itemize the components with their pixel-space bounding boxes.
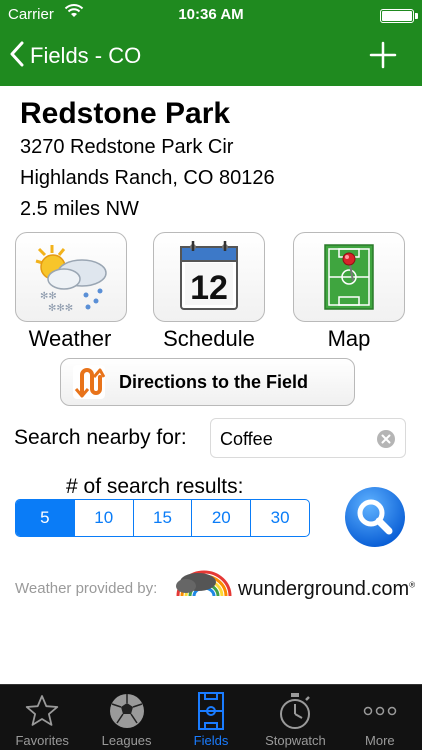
weather-icon: ✻✻ ✻✻✻: [35, 245, 107, 314]
map-label: Map: [327, 326, 371, 351]
tab-leagues-label: Leagues: [101, 733, 152, 748]
add-button[interactable]: [366, 38, 400, 72]
wunderground-logo: [172, 568, 236, 600]
results-option-15[interactable]: 15: [134, 500, 193, 536]
back-button[interactable]: Fields - CO: [10, 40, 141, 72]
directions-icon: [73, 365, 105, 399]
tab-favorites-label: Favorites: [15, 733, 69, 748]
results-option-10[interactable]: 10: [75, 500, 134, 536]
tab-stopwatch-label: Stopwatch: [265, 733, 326, 748]
field-icon: [191, 691, 231, 731]
plus-icon: [369, 41, 397, 69]
tab-leagues[interactable]: Leagues: [84, 685, 168, 750]
search-button[interactable]: [344, 486, 406, 548]
calendar-icon: 12: [180, 241, 238, 310]
results-option-5[interactable]: 5: [16, 500, 75, 536]
wunderground-brand: wunderground.com®: [238, 578, 415, 601]
distance: 2.5 miles NW: [20, 198, 139, 220]
navigation-bar: Fields - CO: [0, 30, 422, 86]
svg-text:✻✻: ✻✻: [40, 291, 57, 302]
stopwatch-icon: [275, 691, 315, 731]
results-count-label: # of search results:: [66, 475, 244, 498]
weather-attribution-label: Weather provided by:: [15, 580, 158, 597]
weather-label: Weather: [28, 326, 112, 351]
search-label: Search nearby for:: [14, 426, 187, 449]
wunderground-brand-text: wunderground.com: [238, 578, 410, 600]
tab-bar: Favorites Leagues Fields Stopwatch More: [0, 684, 422, 750]
calendar-day: 12: [190, 269, 228, 307]
directions-button[interactable]: Directions to the Field: [60, 358, 355, 406]
results-option-20[interactable]: 20: [192, 500, 252, 536]
field-name: Redstone Park: [20, 97, 231, 130]
top-bar: Carrier 10:36 AM Fields - CO: [0, 0, 422, 86]
address-line-1: 3270 Redstone Park Cir: [20, 136, 234, 158]
status-bar: Carrier 10:36 AM: [0, 0, 422, 30]
tab-favorites[interactable]: Favorites: [0, 685, 84, 750]
more-icon: [360, 691, 400, 731]
back-button-label: Fields - CO: [30, 43, 142, 68]
clear-icon[interactable]: [376, 429, 396, 449]
address-line-2: Highlands Ranch, CO 80126: [20, 167, 275, 189]
schedule-label: Schedule: [163, 326, 255, 351]
tab-fields-label: Fields: [193, 733, 229, 748]
schedule-button[interactable]: 12: [153, 232, 265, 322]
results-option-30[interactable]: 30: [251, 500, 309, 536]
directions-label: Directions to the Field: [119, 371, 309, 392]
search-field[interactable]: [210, 418, 406, 458]
battery-icon: [380, 9, 418, 23]
weather-button[interactable]: ✻✻ ✻✻✻: [15, 232, 127, 322]
magnifier-icon: [345, 487, 405, 547]
registered-mark: ®: [409, 580, 416, 590]
search-input[interactable]: [220, 427, 370, 451]
star-icon: [22, 691, 62, 731]
results-count-control: 5 10 15 20 30: [15, 499, 310, 537]
tab-stopwatch[interactable]: Stopwatch: [253, 685, 337, 750]
map-button[interactable]: [293, 232, 405, 322]
svg-text:✻✻✻: ✻✻✻: [48, 303, 73, 314]
map-icon: [324, 244, 374, 310]
soccer-ball-icon: [107, 691, 147, 731]
tab-more-label: More: [365, 733, 395, 748]
clock: 10:36 AM: [178, 6, 244, 23]
tab-fields[interactable]: Fields: [169, 685, 253, 750]
tab-more[interactable]: More: [338, 685, 422, 750]
chevron-left-icon: [10, 41, 24, 72]
